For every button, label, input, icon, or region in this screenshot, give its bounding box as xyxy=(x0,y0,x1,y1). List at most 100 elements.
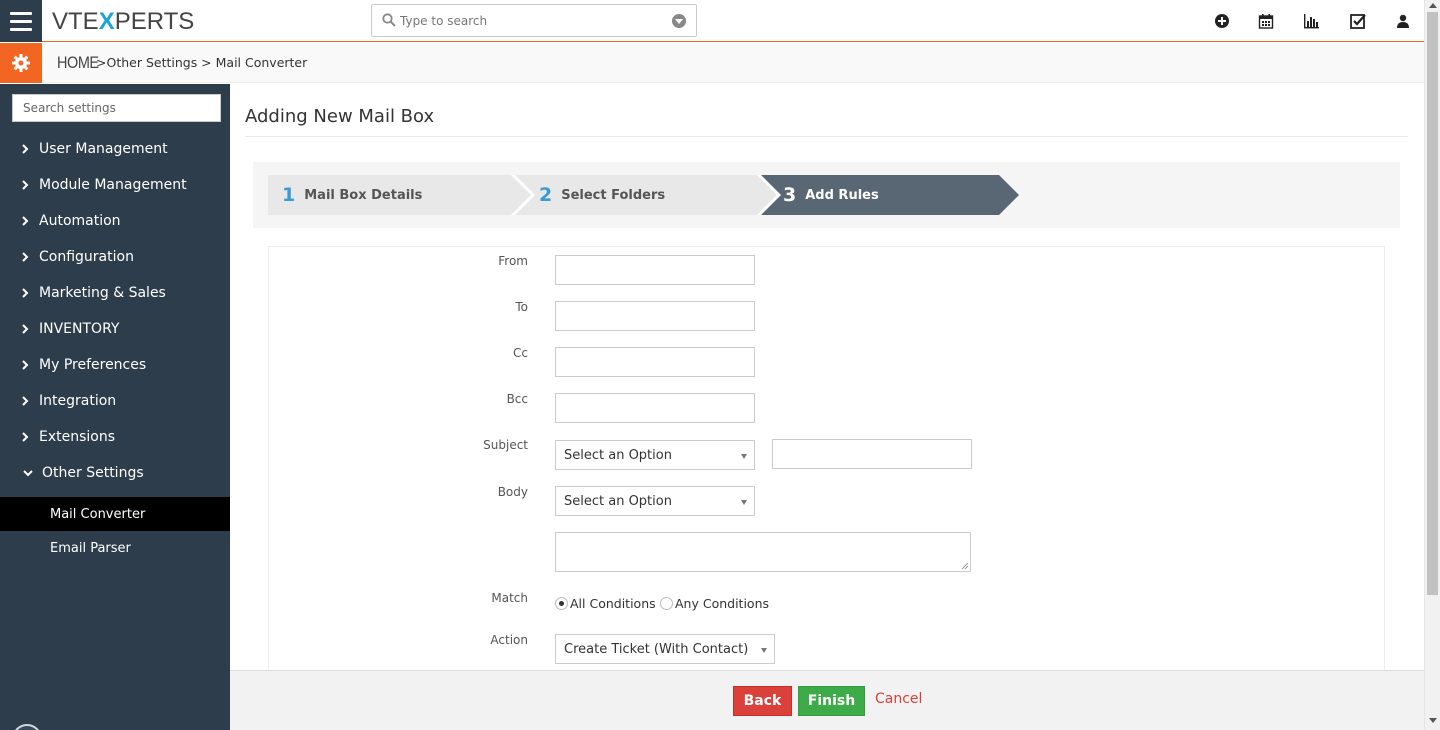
sidebar-item-my-preferences[interactable]: My Preferences xyxy=(0,347,230,383)
search-dropdown-icon[interactable] xyxy=(672,14,686,28)
chevron-right-icon xyxy=(22,144,29,154)
body-select-value: Select an Option xyxy=(564,493,672,509)
scroll-thumb[interactable] xyxy=(1427,12,1438,595)
cc-input[interactable] xyxy=(555,347,755,377)
match-any-option[interactable]: Any Conditions xyxy=(660,596,769,611)
step-label: Select Folders xyxy=(561,187,666,203)
sidebar-item-automation[interactable]: Automation xyxy=(0,203,230,239)
breadcrumb-home[interactable]: HOME xyxy=(57,53,99,73)
sidebar-item-label: Other Settings xyxy=(42,465,144,481)
sidebar-item-label: Configuration xyxy=(39,249,134,265)
scroll-down-icon[interactable] xyxy=(1429,718,1437,723)
sidebar-item-configuration[interactable]: Configuration xyxy=(0,239,230,275)
sidebar-item-label: Automation xyxy=(39,213,121,229)
body-label: Body xyxy=(497,485,528,499)
bar-chart-icon[interactable] xyxy=(1303,13,1319,29)
chevron-right-icon xyxy=(22,324,29,334)
global-search[interactable] xyxy=(371,4,697,37)
vtexperts-logo[interactable]: VTEXPERTS xyxy=(52,8,194,36)
body-condition-select[interactable]: Select an Option xyxy=(555,486,755,516)
action-select[interactable]: Create Ticket (With Contact) xyxy=(555,634,775,664)
wizard-step-1[interactable]: 1 Mail Box Details xyxy=(282,184,422,206)
subject-value-input[interactable] xyxy=(772,439,972,469)
cc-label: Cc xyxy=(513,346,528,360)
chevron-down-icon xyxy=(741,454,747,459)
sidebar-item-marketing-sales[interactable]: Marketing & Sales xyxy=(0,275,230,311)
subject-label: Subject xyxy=(483,438,528,452)
sidebar-item-inventory[interactable]: INVENTORY xyxy=(0,311,230,347)
sidebar-item-label: INVENTORY xyxy=(39,321,120,337)
checkbox-icon[interactable] xyxy=(1350,13,1366,29)
main-content: Adding New Mail Box 1 Mail Box Details 2… xyxy=(230,84,1424,676)
to-label: To xyxy=(515,300,528,314)
sidebar-item-other-settings[interactable]: Other Settings xyxy=(0,455,230,491)
chevron-down-icon xyxy=(741,500,747,505)
bcc-input[interactable] xyxy=(555,393,755,423)
logo-prefix: VTE xyxy=(52,8,99,35)
rules-form: From To Cc Bcc Subject Select an Option … xyxy=(268,246,1385,676)
radio-unselected-icon[interactable] xyxy=(660,597,673,610)
body-value-textarea[interactable] xyxy=(555,532,971,572)
settings-search-input[interactable] xyxy=(12,94,221,122)
subject-condition-select[interactable]: Select an Option xyxy=(555,440,755,470)
calendar-icon[interactable] xyxy=(1258,13,1274,29)
back-button[interactable]: Back xyxy=(733,686,792,716)
settings-sidebar: User Management Module Management Automati… xyxy=(0,84,230,730)
sidebar-item-label: User Management xyxy=(39,141,168,157)
match-all-label: All Conditions xyxy=(570,596,656,611)
step-label: Mail Box Details xyxy=(304,187,423,203)
logo-x: X xyxy=(98,8,115,35)
avatar[interactable] xyxy=(12,724,42,730)
chevron-right-icon xyxy=(22,360,29,370)
step-label: Add Rules xyxy=(805,187,879,203)
sidebar-item-label: Marketing & Sales xyxy=(39,285,166,301)
sidebar-item-label: My Preferences xyxy=(39,357,147,373)
sidebar-item-extensions[interactable]: Extensions xyxy=(0,419,230,455)
sidebar-item-module-management[interactable]: Module Management xyxy=(0,167,230,203)
cancel-link[interactable]: Cancel xyxy=(875,691,922,707)
scroll-up-icon[interactable] xyxy=(1429,3,1437,8)
sidebar-item-user-management[interactable]: User Management xyxy=(0,131,230,167)
match-all-option[interactable]: All Conditions xyxy=(555,596,656,611)
wizard-steps-container: 1 Mail Box Details 2 Select Folders 3 Ad… xyxy=(253,162,1400,228)
wizard-step-3[interactable]: 3 Add Rules xyxy=(783,184,879,206)
sidebar-item-label: Extensions xyxy=(39,429,116,445)
resize-handle-icon[interactable] xyxy=(961,562,969,570)
form-footer: Back Finish Cancel xyxy=(230,670,1424,730)
bcc-label: Bcc xyxy=(506,392,528,406)
from-input[interactable] xyxy=(555,255,755,285)
chevron-down-icon xyxy=(761,648,767,653)
chevron-right-icon xyxy=(22,432,29,442)
logo-suffix: PERTS xyxy=(114,8,195,35)
chevron-right-icon xyxy=(22,288,29,298)
search-icon xyxy=(382,13,396,27)
chevron-right-icon xyxy=(22,180,29,190)
user-icon[interactable] xyxy=(1395,13,1411,29)
match-label: Match xyxy=(491,591,528,605)
hamburger-menu-icon[interactable] xyxy=(0,0,42,42)
plus-circle-icon[interactable] xyxy=(1214,13,1230,29)
from-label: From xyxy=(498,254,528,268)
breadcrumb-bar: HOME >Other Settings > Mail Converter xyxy=(0,43,1424,83)
radio-selected-icon[interactable] xyxy=(555,597,568,610)
sidebar-subitem-mail-converter[interactable]: Mail Converter xyxy=(0,497,230,531)
match-any-label: Any Conditions xyxy=(675,596,770,611)
wizard-step-2[interactable]: 2 Select Folders xyxy=(539,184,665,206)
sidebar-subitem-email-parser[interactable]: Email Parser xyxy=(0,531,230,565)
sidebar-item-integration[interactable]: Integration xyxy=(0,383,230,419)
sidebar-subitem-label: Email Parser xyxy=(50,540,131,556)
chevron-right-icon xyxy=(22,216,29,226)
sidebar-subitem-label: Mail Converter xyxy=(50,506,146,522)
breadcrumb-path[interactable]: >Other Settings > Mail Converter xyxy=(96,55,307,70)
global-search-input[interactable] xyxy=(400,11,660,31)
chevron-right-icon xyxy=(22,396,29,406)
to-input[interactable] xyxy=(555,301,755,331)
step-number: 2 xyxy=(539,184,553,206)
step-number: 3 xyxy=(783,184,797,206)
settings-gear-icon[interactable] xyxy=(0,43,42,83)
chevron-right-icon xyxy=(22,252,29,262)
top-header: VTEXPERTS xyxy=(0,0,1424,42)
finish-button[interactable]: Finish xyxy=(798,686,865,716)
chevron-down-icon xyxy=(23,470,33,477)
page-scrollbar[interactable] xyxy=(1424,0,1440,730)
